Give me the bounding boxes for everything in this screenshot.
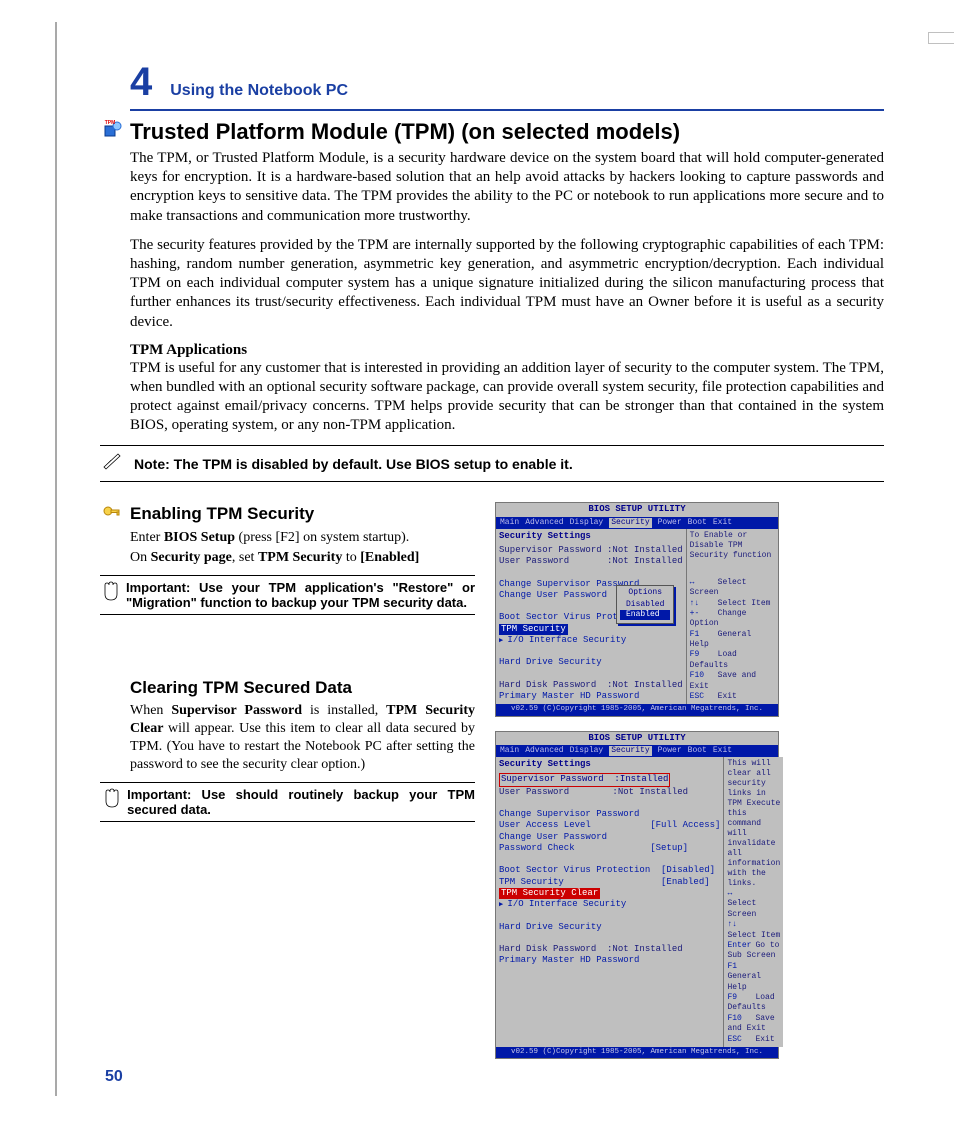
hand-stop-icon <box>100 787 121 817</box>
svg-text:TPM: TPM <box>105 120 116 126</box>
bios-screenshot-clear: BIOS SETUP UTILITY Main Advanced Display… <box>495 731 779 1059</box>
document-page: 4 Using the Notebook PC TPM Trusted Plat… <box>0 0 954 1136</box>
clear-important-text: Important: Use should routinely backup y… <box>127 787 475 817</box>
enable-important-box: Important: Use your TPM application's "R… <box>100 575 475 615</box>
page-number: 50 <box>105 1068 123 1086</box>
page-notch <box>928 32 954 44</box>
enable-heading: Enabling TPM Security <box>100 502 445 525</box>
tpm-applications-heading: TPM Applications <box>130 342 884 359</box>
bios-tpm-security-clear: TPM Security Clear <box>499 888 600 899</box>
bios-menu-active: Security <box>609 518 651 528</box>
clear-heading: Clearing TPM Secured Data <box>130 678 475 698</box>
chapter-header: 4 Using the Notebook PC <box>130 60 884 111</box>
bios-option-enabled: Enabled <box>620 610 670 620</box>
hand-stop-icon <box>100 580 120 610</box>
margin-rule <box>55 22 57 1096</box>
two-column-layout: Enabling TPM Security Enter BIOS Setup (… <box>130 502 884 1073</box>
enable-step-2: On Security page, set TPM Security to [E… <box>130 549 475 567</box>
bios-supervisor-highlight: Supervisor Password :Installed <box>499 773 670 786</box>
section-title: Trusted Platform Module (TPM) (on select… <box>130 119 680 145</box>
bios-tpm-security-selected: TPM Security <box>499 624 568 635</box>
note-icon <box>100 452 124 475</box>
enable-step-1: Enter BIOS Setup (press [F2] on system s… <box>130 529 475 547</box>
chapter-title: Using the Notebook PC <box>170 82 348 99</box>
note-box: Note: The TPM is disabled by default. Us… <box>100 445 884 482</box>
key-icon <box>100 502 124 525</box>
enable-important-text: Important: Use your TPM application's "R… <box>126 580 475 610</box>
note-text: Note: The TPM is disabled by default. Us… <box>134 456 573 472</box>
section-paragraph-1: The TPM, or Trusted Platform Module, is … <box>130 149 884 226</box>
chapter-number: 4 <box>130 60 152 104</box>
bios-options-popup: Options Disabled Enabled <box>616 585 674 624</box>
clear-body: When Supervisor Password is installed, T… <box>130 702 475 774</box>
section-heading: TPM Trusted Platform Module (TPM) (on se… <box>100 119 854 145</box>
right-column: BIOS SETUP UTILITY Main Advanced Display… <box>495 502 884 1073</box>
bios-screenshot-enable: BIOS SETUP UTILITY Main Advanced Display… <box>495 502 779 716</box>
bios-help-pane: To Enable or Disable TPM Security functi… <box>686 529 778 705</box>
section-paragraph-2: The security features provided by the TP… <box>130 236 884 332</box>
clear-important-box: Important: Use should routinely backup y… <box>100 782 475 822</box>
bios-left-pane: Security Settings Supervisor Password :I… <box>496 757 723 1047</box>
bios-title: BIOS SETUP UTILITY <box>496 503 778 516</box>
tpm-chip-icon: TPM <box>100 120 124 145</box>
left-column: Enabling TPM Security Enter BIOS Setup (… <box>130 502 475 1073</box>
enable-title: Enabling TPM Security <box>130 504 314 524</box>
bios-footer: v02.59 (C)Copyright 1985-2005, American … <box>496 704 778 715</box>
bios-help-pane: This will clear all security links in TP… <box>723 757 783 1047</box>
tpm-applications-body: TPM is useful for any customer that is i… <box>130 359 884 436</box>
clear-title: Clearing TPM Secured Data <box>130 678 352 698</box>
bios-left-pane: Security Settings Supervisor Password :N… <box>496 529 686 705</box>
bios-menu: Main Advanced Display Security Power Boo… <box>496 517 778 529</box>
